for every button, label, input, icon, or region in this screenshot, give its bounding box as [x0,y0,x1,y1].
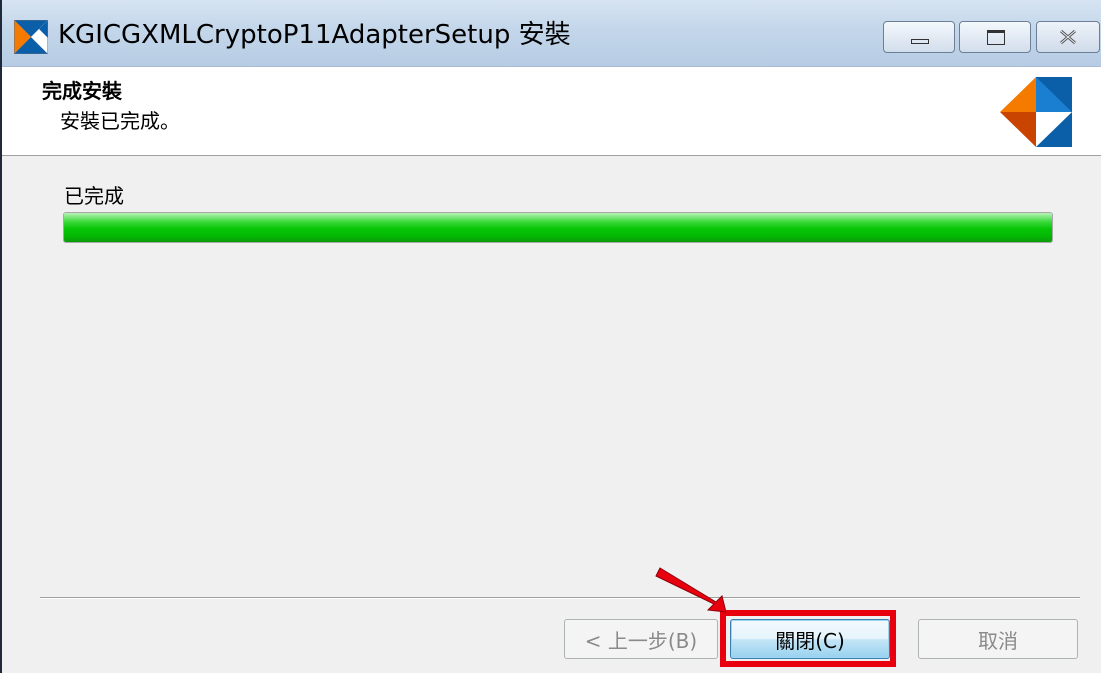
minimize-icon [911,39,929,44]
maximize-button[interactable] [959,21,1031,53]
brand-logo-icon [1000,77,1072,147]
progress-bar [63,212,1053,243]
setup-logo-icon [14,20,48,54]
close-window-button[interactable] [1036,21,1100,53]
installer-window: KGICGXMLCryptoP11AdapterSetup 安裝 完成安裝 安裝… [0,0,1101,673]
progress-status-label: 已完成 [64,184,124,208]
close-button[interactable]: 關閉(C) [730,619,890,659]
title-bar[interactable]: KGICGXMLCryptoP11AdapterSetup 安裝 [2,0,1101,67]
minimize-button[interactable] [883,21,955,53]
cancel-button[interactable]: 取消 [918,619,1078,659]
progress-bar-fill [64,213,1052,242]
back-button[interactable]: < 上一步(B) [564,619,718,659]
close-icon [1060,29,1076,45]
pointer-arrow-icon [655,567,726,613]
page-title: 完成安裝 [42,79,122,103]
footer-divider [40,597,1080,599]
window-title: KGICGXMLCryptoP11AdapterSetup 安裝 [58,20,571,50]
maximize-icon [987,30,1005,45]
page-subtitle: 安裝已完成。 [60,109,180,133]
wizard-header: 完成安裝 安裝已完成。 [2,67,1101,156]
